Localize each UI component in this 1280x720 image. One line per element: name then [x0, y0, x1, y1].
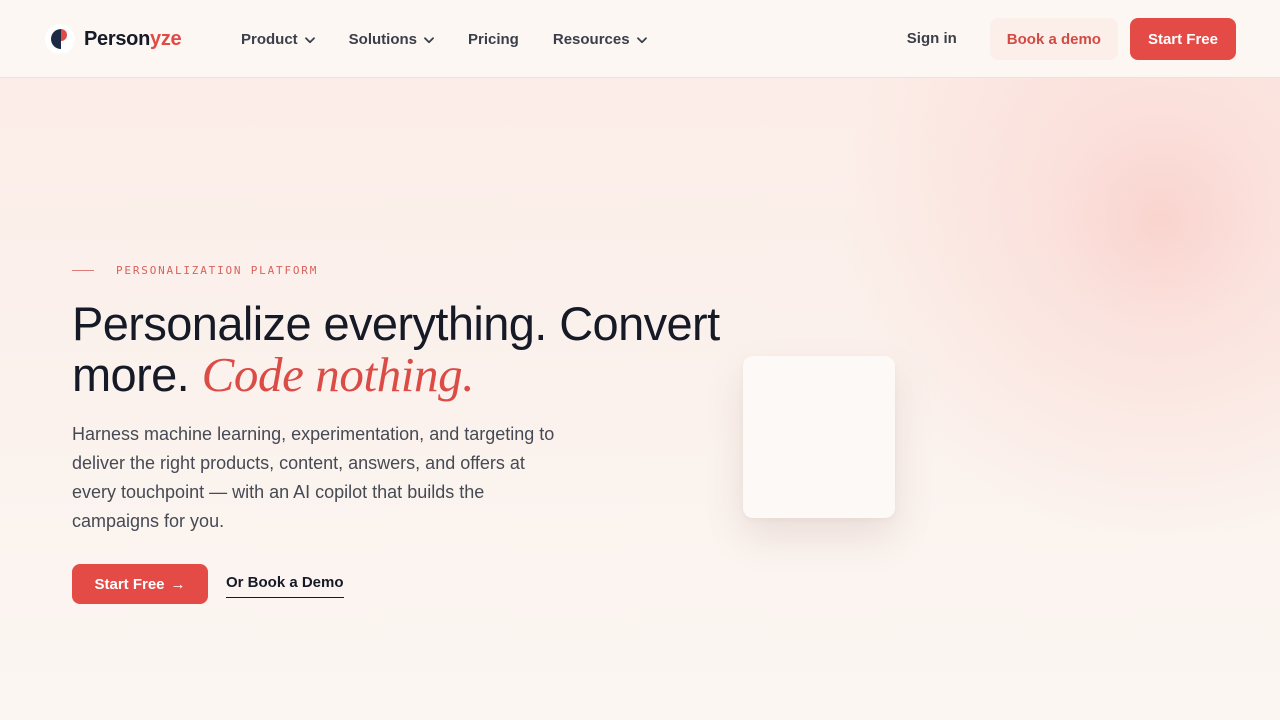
chevron-down-icon: [304, 36, 315, 43]
chevron-down-icon: [424, 36, 434, 43]
nav-item-label: Solutions: [348, 30, 417, 48]
main-nav: Product Solutions Pricing Resources: [241, 0, 681, 78]
nav-item-resources[interactable]: Resources: [553, 31, 647, 48]
hero-section: PERSONALIZATION PLATFORM Personalize eve…: [72, 262, 752, 604]
logo-text-main: Person: [84, 27, 151, 50]
logo-text-accent: yze: [150, 27, 182, 50]
logo[interactable]: Personyze: [44, 23, 182, 55]
logo-text: Personyze: [84, 27, 182, 51]
hero-preview-card: [743, 356, 895, 518]
nav-item-pricing[interactable]: Pricing: [468, 31, 519, 48]
eyebrow-text: PERSONALIZATION PLATFORM: [116, 263, 319, 277]
header-actions: Sign in Book a demo Start Free: [893, 18, 1236, 60]
start-free-button[interactable]: Start Free: [1129, 18, 1236, 60]
hero-cta-row: Start Free → Or Book a Demo: [72, 564, 752, 604]
personyze-logo-icon: [45, 24, 75, 54]
eyebrow-line: [72, 269, 94, 271]
nav-item-label: Resources: [552, 30, 630, 48]
headline-italic: Code nothing.: [201, 347, 475, 402]
sign-in-link[interactable]: Sign in: [893, 18, 971, 60]
nav-item-label: Product: [241, 30, 298, 48]
eyebrow: PERSONALIZATION PLATFORM: [72, 262, 752, 278]
hero-start-free-label: Start Free: [94, 575, 165, 593]
site-header: Personyze Product Solutions Pricing Reso…: [0, 0, 1280, 78]
hero-subtext: Harness machine learning, experimentatio…: [72, 424, 555, 531]
nav-item-product[interactable]: Product: [241, 31, 315, 48]
hero-headline: Personalize everything. Convert more. Co…: [72, 298, 752, 400]
nav-item-solutions[interactable]: Solutions: [349, 31, 434, 48]
hero-book-demo-link[interactable]: Or Book a Demo: [226, 574, 344, 598]
chevron-down-icon: [636, 36, 647, 43]
arrow-right-icon: →: [170, 575, 186, 593]
hero-start-free-button[interactable]: Start Free →: [72, 564, 208, 604]
book-demo-button[interactable]: Book a demo: [989, 18, 1118, 60]
nav-item-label: Pricing: [468, 30, 519, 48]
